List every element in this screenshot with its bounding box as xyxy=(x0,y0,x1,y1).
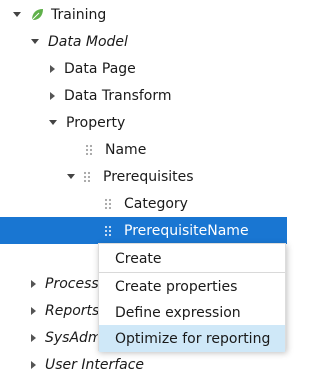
tree-node-label: Property xyxy=(66,114,126,131)
expand-arrow-icon[interactable] xyxy=(31,333,36,342)
collapse-arrow-icon[interactable] xyxy=(13,12,21,17)
expand-arrow-icon[interactable] xyxy=(31,360,36,369)
expand-arrow-icon[interactable] xyxy=(31,306,36,315)
collapse-arrow-icon[interactable] xyxy=(31,39,39,44)
drag-handle-icon[interactable] xyxy=(84,171,90,182)
tree-node-training[interactable]: Training xyxy=(0,1,295,28)
tree-node-name[interactable]: Name xyxy=(0,136,295,163)
tree-node-property[interactable]: Property xyxy=(0,109,295,136)
tree-node-label: PrerequisiteName xyxy=(124,222,249,239)
menu-item-define-expression[interactable]: Define expression xyxy=(99,299,285,326)
tree-node-prerequisites[interactable]: Prerequisites xyxy=(0,163,295,190)
expand-arrow-icon[interactable] xyxy=(50,91,55,100)
tree-node-data-transform[interactable]: Data Transform xyxy=(0,82,295,109)
tree-node-label: Data Page xyxy=(64,60,136,77)
context-menu: Create Create properties Define expressi… xyxy=(98,243,286,352)
menu-item-create-properties[interactable]: Create properties xyxy=(99,273,285,300)
tree-node-data-page[interactable]: Data Page xyxy=(0,55,295,82)
tree-node-label: Training xyxy=(51,6,107,23)
menu-item-optimize-for-reporting[interactable]: Optimize for reporting xyxy=(99,325,285,352)
collapse-arrow-icon[interactable] xyxy=(67,174,75,179)
menu-item-label: Create properties xyxy=(115,278,238,295)
menu-item-label: Create xyxy=(115,250,162,267)
tree-node-label: Data Transform xyxy=(64,87,172,104)
tree-node-label: User Interface xyxy=(45,356,145,373)
tree-node-label: Reports xyxy=(45,302,100,319)
tree-node-category[interactable]: Category xyxy=(0,190,295,217)
tree-node-label: Name xyxy=(105,141,147,158)
menu-item-label: Optimize for reporting xyxy=(115,330,271,347)
drag-handle-icon[interactable] xyxy=(86,144,92,155)
tree-node-label: Category xyxy=(124,195,188,212)
drag-handle-icon[interactable] xyxy=(105,225,111,236)
tree-node-label: Data Model xyxy=(48,33,128,50)
tree-node-data-model[interactable]: Data Model xyxy=(0,28,295,55)
leaf-icon xyxy=(31,8,43,20)
expand-arrow-icon[interactable] xyxy=(50,64,55,73)
menu-item-label: Define expression xyxy=(115,304,241,321)
tree-node-prerequisite-name[interactable]: PrerequisiteName xyxy=(0,217,287,244)
menu-item-create[interactable]: Create xyxy=(99,245,285,272)
drag-handle-icon[interactable] xyxy=(105,198,111,209)
tree-node-label: Process xyxy=(45,275,99,292)
tree-node-label: Prerequisites xyxy=(103,168,194,185)
collapse-arrow-icon[interactable] xyxy=(49,120,57,125)
expand-arrow-icon[interactable] xyxy=(31,279,36,288)
tree-node-user-interface[interactable]: User Interface xyxy=(0,351,295,378)
